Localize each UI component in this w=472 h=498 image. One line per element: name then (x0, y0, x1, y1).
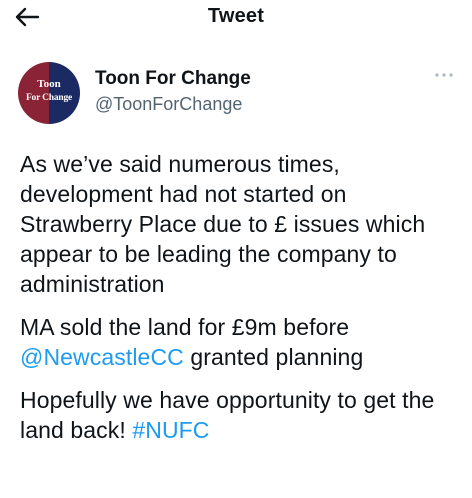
hashtag-link[interactable]: #NUFC (132, 417, 209, 443)
more-horizontal-icon[interactable] (432, 68, 456, 82)
avatar-text-line2: For Change (25, 93, 73, 103)
tweet-paragraph: As we’ve said numerous times, developmen… (20, 151, 426, 297)
paragraph-text: Hopefully we have opportunity to get the… (20, 387, 435, 443)
paragraph-text: MA sold the land for £9m before (20, 314, 350, 340)
page-title: Tweet (207, 5, 265, 27)
tweet-header: Tweet (0, 0, 472, 36)
tweet-paragraph: Hopefully we have opportunity to get the… (20, 385, 460, 445)
avatar-text-line1: Toon (37, 78, 61, 90)
tweet-text: As we’ve said numerous times, developmen… (20, 149, 460, 445)
author-handle[interactable]: @ToonForChange (95, 94, 242, 115)
mention-link[interactable]: @NewcastleCC (20, 344, 184, 370)
paragraph-text: granted planning (183, 344, 364, 370)
avatar[interactable]: Toon For Change (18, 62, 80, 124)
tweet-author: Toon For Change Toon For Change @ToonFor… (18, 62, 456, 124)
tweet-paragraph: MA sold the land for £9m before @Newcast… (20, 312, 460, 372)
author-display-name[interactable]: Toon For Change (95, 68, 251, 90)
